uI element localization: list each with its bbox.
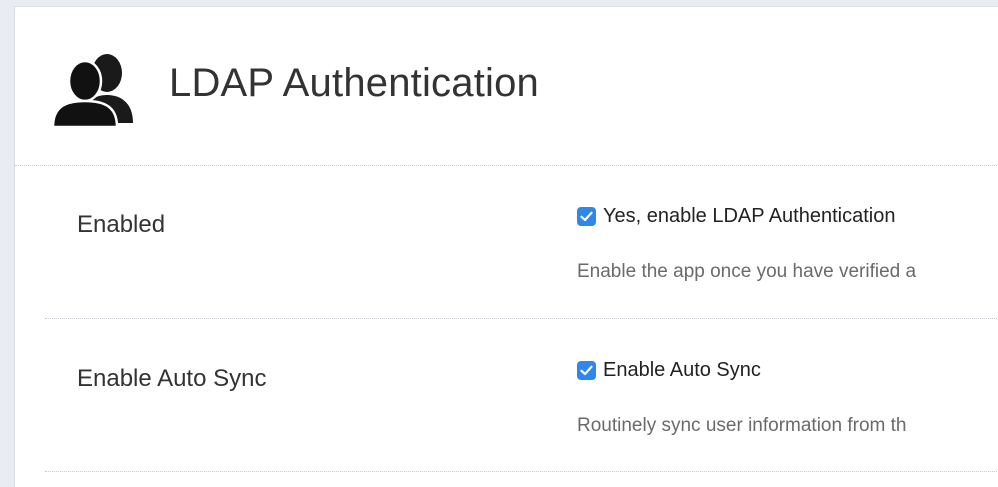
setting-label: Enabled [77,211,166,238]
checkbox-label[interactable]: Enable Auto Sync [603,359,761,382]
auto-sync-checkbox-line[interactable]: Enable Auto Sync [577,359,761,382]
settings-panel: LDAP Authentication Enabled Yes, enable … [14,6,998,487]
setting-row-enabled: Enabled Yes, enable LDAP Authentication … [45,165,998,319]
users-group-icon [51,54,133,129]
panel-header: LDAP Authentication [15,7,998,166]
setting-label: Enable Auto Sync [77,365,267,392]
page-title: LDAP Authentication [169,61,539,105]
checkbox-label[interactable]: Yes, enable LDAP Authentication [603,205,895,228]
enable-ldap-checkbox[interactable] [577,207,596,226]
checkmark-icon [580,365,593,376]
enable-ldap-checkbox-line[interactable]: Yes, enable LDAP Authentication [577,205,895,228]
setting-description: Enable the app once you have verified a [577,261,917,282]
auto-sync-checkbox[interactable] [577,361,596,380]
checkmark-icon [580,211,593,222]
setting-description: Routinely sync user information from th [577,415,907,436]
setting-row-auto-sync: Enable Auto Sync Enable Auto Sync Routin… [45,319,998,472]
